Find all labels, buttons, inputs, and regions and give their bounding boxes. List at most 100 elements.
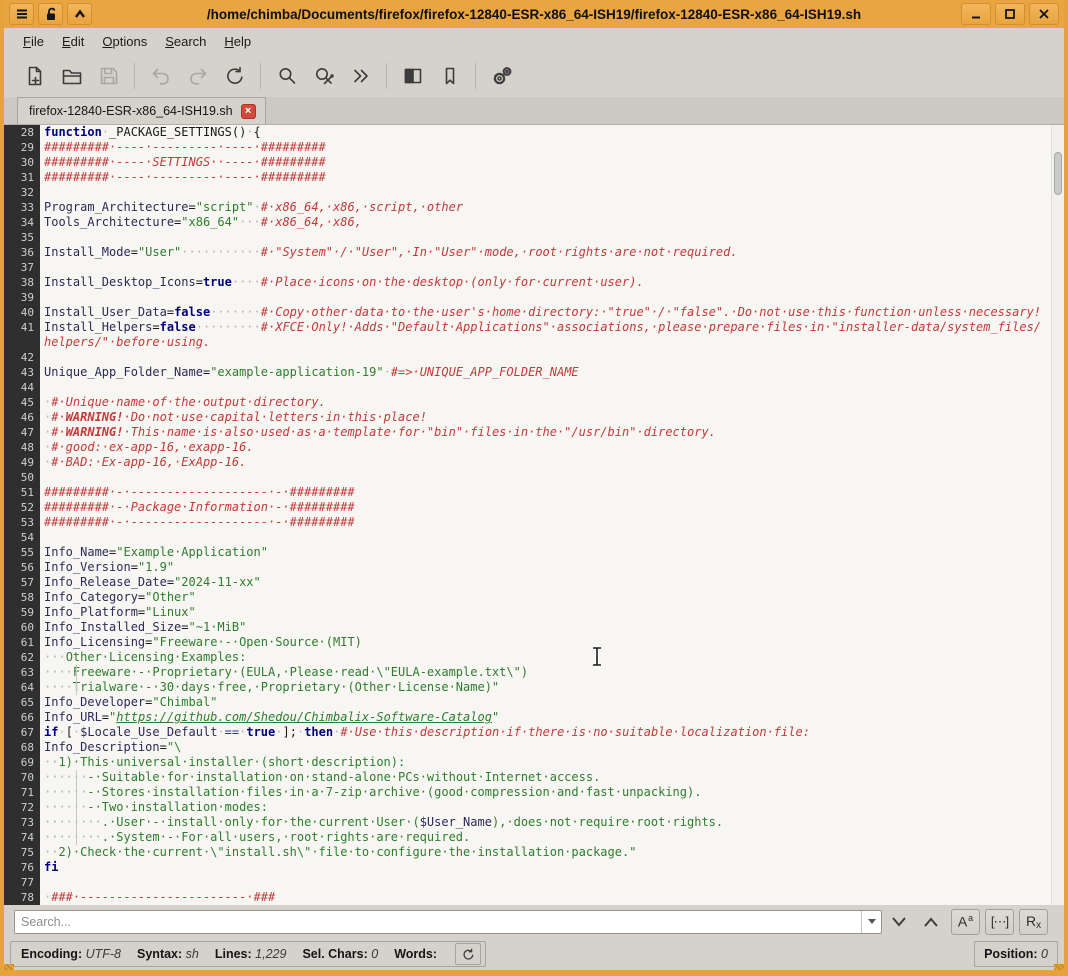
toolbar-separator (386, 63, 387, 89)
find-next-button[interactable] (884, 909, 914, 935)
toolbar-find-button[interactable] (272, 61, 302, 91)
code-line: 78 ·###·-----------------------·### (4, 890, 1064, 905)
close-button[interactable] (1029, 3, 1059, 25)
code-line: 74 ········.·System·-·For·all·users,·root… (4, 830, 1064, 845)
code-line: 35 (4, 230, 1064, 245)
code-editor[interactable]: 28 function·_PACKAGE_SETTINGS()·{29 ######… (4, 125, 1064, 905)
status-position: Position: 0 (974, 941, 1058, 967)
resize-grip-left[interactable] (4, 964, 14, 970)
code-line: 60 Info_Installed_Size="~1·MiB" (4, 620, 1064, 635)
search-history-dropdown[interactable] (861, 910, 881, 933)
line-number: 58 (4, 590, 40, 605)
save-icon (100, 67, 117, 85)
unlock-button[interactable] (38, 3, 63, 25)
code-line: 64 ····Trialware·-·30·days·free,·Propriet… (4, 680, 1064, 695)
code-line: 30 #########·----·SETTINGS··----·########… (4, 155, 1064, 170)
menu-item-options[interactable]: Options (93, 30, 156, 53)
regex-toggle[interactable]: Rx (1019, 908, 1048, 935)
find-replace-icon (315, 68, 334, 85)
resize-grip-right[interactable] (1054, 964, 1064, 970)
code-line: 73 ········.·User·-·install·only·for·the·… (4, 815, 1064, 830)
toolbar-undo-button (146, 61, 176, 91)
dropdown-arrow-icon (867, 919, 876, 924)
new-file-icon (28, 66, 41, 86)
toolbar-new-file-button[interactable] (20, 61, 50, 91)
titlebar-left-buttons (9, 3, 92, 25)
line-number: 66 (4, 710, 40, 725)
code-line: 40 Install_User_Data=false·······#·Copy·o… (4, 305, 1064, 320)
menu-item-help[interactable]: Help (215, 30, 260, 53)
code-line: 69 ··1)·This·universal·installer·(short·d… (4, 755, 1064, 770)
app-menu-button[interactable] (9, 3, 34, 25)
toolbar-find-replace-button[interactable] (309, 61, 339, 91)
code-line: 56 Info_Version="1.9" (4, 560, 1064, 575)
search-bar: Aa [⋯] Rx (4, 905, 1064, 938)
line-number: 69 (4, 755, 40, 770)
toolbar-bookmark-button[interactable] (435, 61, 465, 91)
code-line: 71 ······-·Stores·installation·files·in·a… (4, 785, 1064, 800)
line-number: 41 (4, 320, 40, 335)
toolbar (4, 55, 1064, 97)
tab-close-button[interactable]: × (240, 103, 256, 119)
line-number: 39 (4, 290, 40, 305)
tab-label: firefox-12840-ESR-x86_64-ISH19.sh (29, 104, 233, 118)
redo-icon (189, 68, 206, 85)
word-count-refresh-button[interactable] (455, 943, 482, 965)
menu-item-file[interactable]: File (14, 30, 53, 53)
maximize-button[interactable] (995, 3, 1025, 25)
line-number: 75 (4, 845, 40, 860)
line-number: 53 (4, 515, 40, 530)
search-combo (14, 909, 882, 934)
find-previous-button[interactable] (916, 909, 946, 935)
vertical-scrollbar[interactable] (1051, 125, 1064, 905)
indent-guide (76, 770, 77, 845)
hamburger-icon (16, 9, 27, 19)
maximize-icon (1005, 9, 1015, 19)
toolbar-settings-gears-button[interactable] (487, 61, 517, 91)
line-number: 45 (4, 395, 40, 410)
toolbar-side-panel-button[interactable] (398, 61, 428, 91)
code-line: 28 function·_PACKAGE_SETTINGS()·{ (4, 125, 1064, 140)
chevron-up-icon (924, 916, 938, 927)
reload-icon (226, 66, 243, 84)
line-number: 46 (4, 410, 40, 425)
tab-active[interactable]: firefox-12840-ESR-x86_64-ISH19.sh × (17, 97, 266, 124)
line-number: 76 (4, 860, 40, 875)
match-case-icon: Aa (957, 913, 974, 930)
code-line: 55 Info_Name="Example·Application" (4, 545, 1064, 560)
line-number: 44 (4, 380, 40, 395)
code-line: 59 Info_Platform="Linux" (4, 605, 1064, 620)
search-input[interactable] (15, 910, 861, 933)
toolbar-reload-button[interactable] (220, 61, 250, 91)
code-line: 42 (4, 350, 1064, 365)
code-line: 49 ·#·BAD:·Ex-app-16,·ExApp-16. (4, 455, 1064, 470)
scrollbar-thumb[interactable] (1054, 152, 1062, 195)
position-label: Position: (984, 947, 1038, 961)
toolbar-save-button (94, 61, 124, 91)
line-number: 55 (4, 545, 40, 560)
code-line: 46 ·#·WARNING!·Do·not·use·capital·letters… (4, 410, 1064, 425)
settings-gears-icon (493, 67, 511, 85)
line-number: 52 (4, 500, 40, 515)
close-icon (1039, 9, 1049, 19)
menu-item-edit[interactable]: Edit (53, 30, 93, 53)
line-number: 64 (4, 680, 40, 695)
line-number: 30 (4, 155, 40, 170)
code-line: 45 ·#·Unique·name·of·the·output·directory… (4, 395, 1064, 410)
menu-item-search[interactable]: Search (156, 30, 215, 53)
code-line: 57 Info_Release_Date="2024-11-xx" (4, 575, 1064, 590)
collapse-up-button[interactable] (67, 3, 92, 25)
line-number: 38 (4, 275, 40, 290)
line-number: 31 (4, 170, 40, 185)
code-line: 62 ···Other·Licensing·Examples: (4, 650, 1064, 665)
whole-word-toggle[interactable]: [⋯] (985, 908, 1014, 935)
code-line: 66 Info_URL="https://github.com/Shedou/Ch… (4, 710, 1064, 725)
minimize-button[interactable] (961, 3, 991, 25)
code-line: 43 Unique_App_Folder_Name="example-applic… (4, 365, 1064, 380)
toolbar-double-chevron-button[interactable] (346, 61, 376, 91)
line-number: 40 (4, 305, 40, 320)
toolbar-open-folder-button[interactable] (57, 61, 87, 91)
line-number: 49 (4, 455, 40, 470)
match-case-toggle[interactable]: Aa (951, 908, 980, 935)
line-number: 59 (4, 605, 40, 620)
